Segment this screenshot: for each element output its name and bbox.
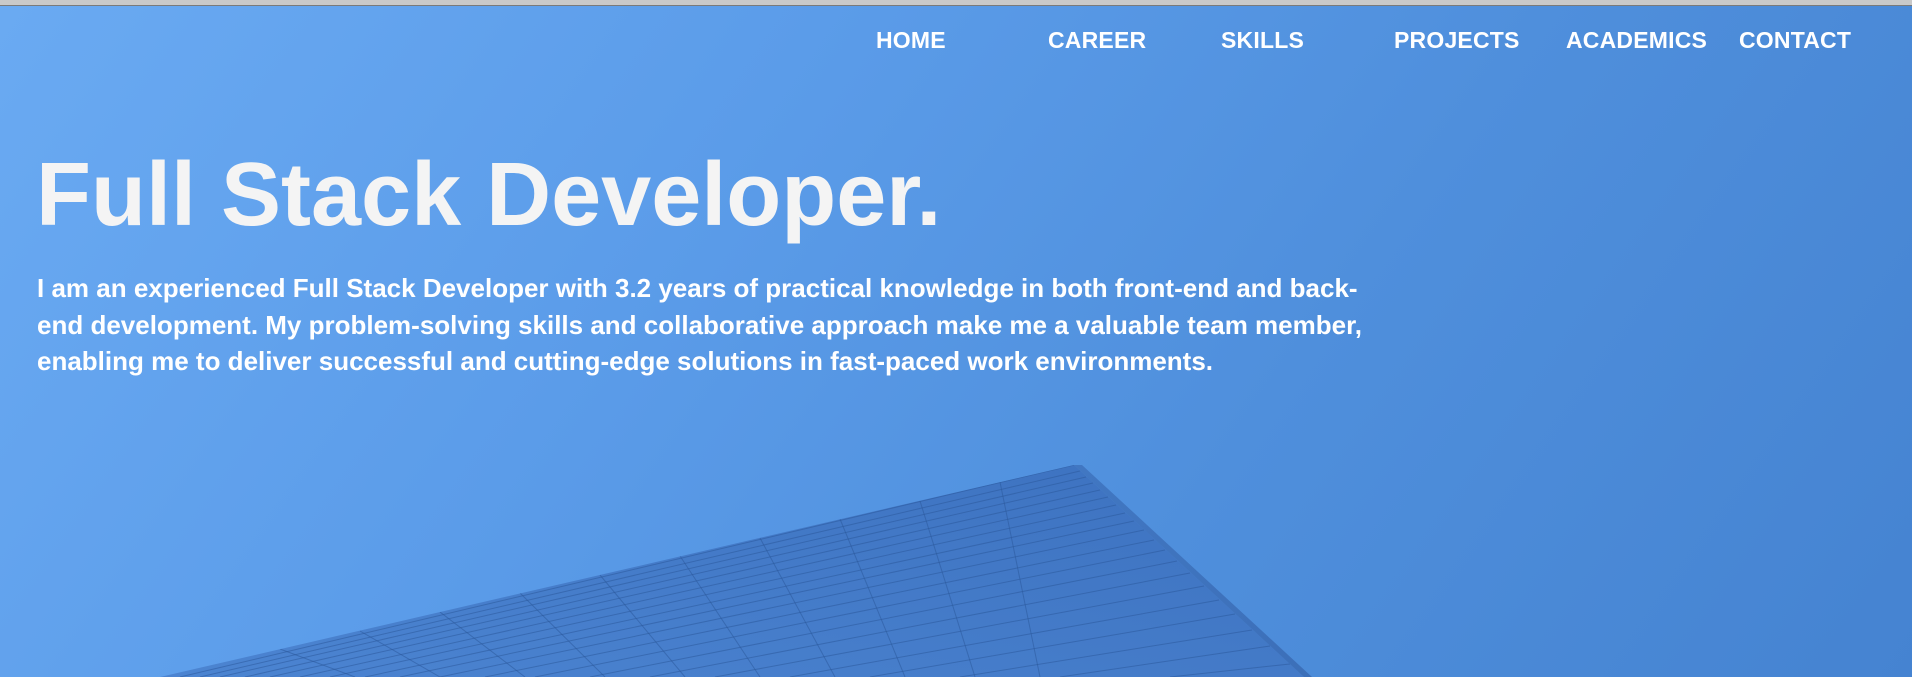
hero-description: I am an experienced Full Stack Developer…: [37, 273, 1362, 376]
nav-link-projects[interactable]: PROJECTS: [1394, 24, 1520, 56]
nav-link-career[interactable]: CAREER: [1048, 24, 1146, 56]
nav-link-skills[interactable]: SKILLS: [1221, 24, 1304, 56]
main-nav: HOME CAREER SKILLS PROJECTS ACADEMICS CO…: [0, 24, 1912, 56]
hero-section: HOME CAREER SKILLS PROJECTS ACADEMICS CO…: [0, 0, 1912, 677]
nav-link-contact[interactable]: CONTACT: [1739, 24, 1851, 56]
nav-link-home[interactable]: HOME: [876, 24, 946, 56]
nav-link-academics[interactable]: ACADEMICS: [1566, 24, 1707, 56]
hero-title: Full Stack Developer.: [36, 145, 942, 245]
